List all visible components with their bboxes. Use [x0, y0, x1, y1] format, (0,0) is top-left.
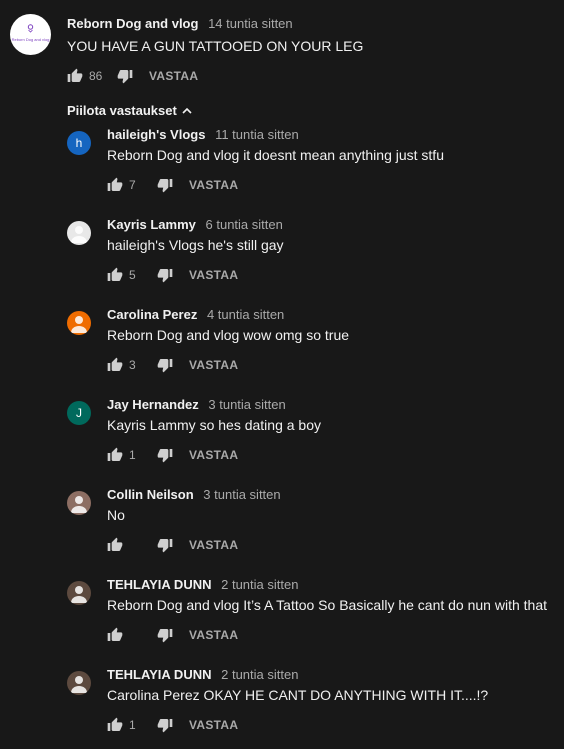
comment-header: Collin Neilson 3 tuntia sitten: [107, 487, 281, 502]
avatar[interactable]: [67, 491, 91, 515]
avatar[interactable]: [67, 311, 91, 335]
avatar[interactable]: [67, 581, 91, 605]
hide-replies-button[interactable]: Piilota vastaukset: [67, 103, 193, 118]
comment-actions: 3 VASTAA: [107, 356, 238, 374]
reply-button[interactable]: VASTAA: [189, 358, 238, 372]
thumbs-up-icon[interactable]: [107, 357, 123, 373]
comment-actions: VASTAA: [107, 536, 238, 554]
timestamp[interactable]: 2 tuntia sitten: [221, 577, 298, 592]
comment-header: TEHLAYIA DUNN 2 tuntia sitten: [107, 577, 298, 592]
thumbs-up-icon[interactable]: [107, 627, 123, 643]
thumbs-down-icon[interactable]: [157, 627, 173, 643]
reply-comment-4: J Jay Hernandez 3 tuntia sitten Kayris L…: [0, 389, 564, 479]
comment-header: Jay Hernandez 3 tuntia sitten: [107, 397, 286, 412]
comment-actions: 1 VASTAA: [107, 716, 238, 734]
comment-header: Kayris Lammy 6 tuntia sitten: [107, 217, 283, 232]
like-count: 1: [129, 718, 136, 732]
thumbs-down-icon[interactable]: [117, 68, 133, 84]
comment-text: YOU HAVE A GUN TATTOOED ON YOUR LEG: [67, 38, 364, 54]
avatar-letter: J: [76, 406, 82, 420]
thumbs-down-icon[interactable]: [157, 177, 173, 193]
comment-header: Carolina Perez 4 tuntia sitten: [107, 307, 284, 322]
thumbs-down-icon[interactable]: [157, 537, 173, 553]
like-count: 1: [129, 448, 136, 462]
avatar-letter: h: [75, 136, 83, 150]
like-count: 86: [89, 69, 103, 83]
avatar[interactable]: [67, 221, 91, 245]
svg-text:Reborn Dog and vlog: Reborn Dog and vlog: [12, 37, 50, 42]
person-icon: [71, 496, 87, 513]
author-name[interactable]: TEHLAYIA DUNN: [107, 667, 212, 682]
person-icon: [71, 676, 87, 693]
comment-text: No: [107, 507, 125, 523]
comment-text: Reborn Dog and vlog it doesnt mean anyth…: [107, 147, 444, 163]
timestamp[interactable]: 3 tuntia sitten: [208, 397, 285, 412]
reply-comment-5: Collin Neilson 3 tuntia sitten No VASTAA: [0, 479, 564, 569]
comment-header: haileigh's Vlogs 11 tuntia sitten: [107, 127, 299, 142]
thumbs-up-icon[interactable]: [107, 717, 123, 733]
reply-button[interactable]: VASTAA: [149, 69, 198, 83]
reply-button[interactable]: VASTAA: [189, 628, 238, 642]
person-icon: [71, 226, 87, 243]
comment-text: Kayris Lammy so hes dating a boy: [107, 417, 321, 433]
comment-actions: 1 VASTAA: [107, 446, 238, 464]
top-comment: Reborn Dog and vlog Reborn Dog and vlog …: [0, 0, 564, 95]
comment-text: Reborn Dog and vlog wow omg so true: [107, 327, 350, 343]
chevron-up-icon: [182, 107, 192, 114]
author-name[interactable]: Jay Hernandez: [107, 397, 199, 412]
comment-text: haileigh's Vlogs he's still gay: [107, 237, 284, 253]
avatar[interactable]: h: [67, 131, 91, 155]
author-name[interactable]: haileigh's Vlogs: [107, 127, 205, 142]
thumbs-up-icon[interactable]: [107, 447, 123, 463]
person-icon: [71, 316, 87, 333]
comment-actions: 7 VASTAA: [107, 176, 238, 194]
comment-actions: 86 VASTAA: [67, 67, 198, 85]
author-name[interactable]: Carolina Perez: [107, 307, 197, 322]
author-name[interactable]: Kayris Lammy: [107, 217, 196, 232]
comment-text: Carolina Perez OKAY HE CANT DO ANYTHING …: [107, 687, 489, 703]
timestamp[interactable]: 11 tuntia sitten: [215, 127, 299, 142]
reply-button[interactable]: VASTAA: [189, 178, 238, 192]
reply-comment-3: Carolina Perez 4 tuntia sitten Reborn Do…: [0, 299, 564, 389]
comment-actions: VASTAA: [107, 626, 238, 644]
thumbs-up-icon[interactable]: [107, 267, 123, 283]
thumbs-up-icon[interactable]: [67, 68, 83, 84]
timestamp[interactable]: 4 tuntia sitten: [207, 307, 284, 322]
person-icon: [71, 586, 87, 603]
author-name[interactable]: Reborn Dog and vlog: [67, 16, 198, 31]
avatar[interactable]: Reborn Dog and vlog: [10, 14, 51, 55]
timestamp[interactable]: 14 tuntia sitten: [208, 16, 293, 31]
hide-replies-label: Piilota vastaukset: [67, 103, 177, 118]
reply-comment-6: TEHLAYIA DUNN 2 tuntia sitten Reborn Dog…: [0, 569, 564, 659]
reply-comment-2: Kayris Lammy 6 tuntia sitten haileigh's …: [0, 209, 564, 299]
channel-logo-icon: Reborn Dog and vlog: [10, 14, 51, 55]
thumbs-down-icon[interactable]: [157, 447, 173, 463]
avatar[interactable]: J: [67, 401, 91, 425]
comment-header: Reborn Dog and vlog 14 tuntia sitten: [67, 16, 293, 31]
author-name[interactable]: TEHLAYIA DUNN: [107, 577, 212, 592]
like-count: 5: [129, 268, 136, 282]
timestamp[interactable]: 3 tuntia sitten: [203, 487, 280, 502]
reply-button[interactable]: VASTAA: [189, 718, 238, 732]
avatar[interactable]: [67, 671, 91, 695]
thumbs-down-icon[interactable]: [157, 357, 173, 373]
thumbs-down-icon[interactable]: [157, 717, 173, 733]
reply-button[interactable]: VASTAA: [189, 538, 238, 552]
reply-comment-7: TEHLAYIA DUNN 2 tuntia sitten Carolina P…: [0, 659, 564, 749]
reply-comment-1: h haileigh's Vlogs 11 tuntia sitten Rebo…: [0, 119, 564, 209]
thumbs-up-icon[interactable]: [107, 537, 123, 553]
reply-button[interactable]: VASTAA: [189, 268, 238, 282]
timestamp[interactable]: 6 tuntia sitten: [206, 217, 283, 232]
like-count: 3: [129, 358, 136, 372]
timestamp[interactable]: 2 tuntia sitten: [221, 667, 298, 682]
comment-header: TEHLAYIA DUNN 2 tuntia sitten: [107, 667, 298, 682]
thumbs-up-icon[interactable]: [107, 177, 123, 193]
thumbs-down-icon[interactable]: [157, 267, 173, 283]
comment-actions: 5 VASTAA: [107, 266, 238, 284]
comment-text: Reborn Dog and vlog It’s A Tattoo So Bas…: [107, 597, 547, 613]
reply-button[interactable]: VASTAA: [189, 448, 238, 462]
like-count: 7: [129, 178, 136, 192]
author-name[interactable]: Collin Neilson: [107, 487, 194, 502]
